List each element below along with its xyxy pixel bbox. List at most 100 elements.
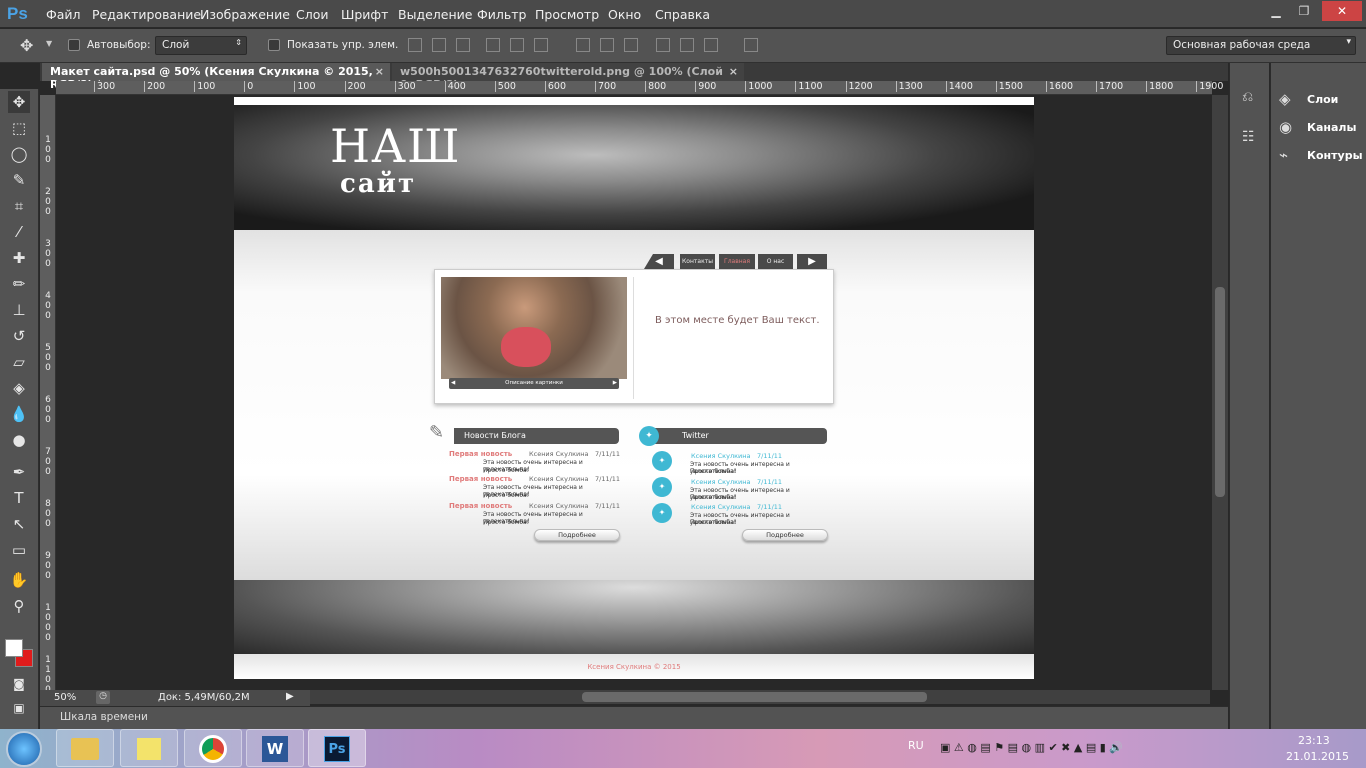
show-controls-checkbox[interactable]: [268, 39, 280, 51]
align-right-icon[interactable]: [534, 38, 548, 52]
close-button[interactable]: ✕: [1322, 1, 1362, 21]
menu-select[interactable]: Выделение: [398, 7, 472, 22]
clock-time[interactable]: 23:13: [1298, 734, 1330, 747]
menu-edit[interactable]: Редактирование: [92, 7, 201, 22]
align-bottom-icon[interactable]: [456, 38, 470, 52]
tweet-author[interactable]: Ксения Скулкина: [691, 503, 751, 511]
slider-prev-icon[interactable]: ◀: [451, 378, 455, 389]
slider-image[interactable]: [441, 277, 627, 379]
brush-tool-icon[interactable]: ✏: [8, 273, 30, 295]
nav-home[interactable]: Главная: [719, 254, 755, 269]
lasso-tool-icon[interactable]: ◯: [8, 143, 30, 165]
twitter-more-button[interactable]: Подробнее: [742, 529, 828, 541]
blog-item[interactable]: Первая новость Ксения Скулкина 7/11/11 Э…: [449, 450, 621, 476]
align-top-icon[interactable]: [408, 38, 422, 52]
rectangle-tool-icon[interactable]: ▭: [8, 539, 30, 561]
language-indicator[interactable]: RU: [908, 739, 924, 752]
menu-file[interactable]: Файл: [46, 7, 81, 22]
panel-paths[interactable]: ⌁ Контуры: [1279, 145, 1363, 167]
path-select-tool-icon[interactable]: ↖: [8, 513, 30, 535]
vertical-scrollbar[interactable]: [1212, 95, 1228, 690]
zoom-level[interactable]: 50%: [54, 692, 76, 703]
close-icon[interactable]: ×: [729, 65, 738, 78]
distribute-left-icon[interactable]: [656, 38, 670, 52]
menu-view[interactable]: Просмотр: [535, 7, 599, 22]
zoom-tool-icon[interactable]: ⚲: [8, 595, 30, 617]
panel-layers[interactable]: ◈ Слои: [1279, 89, 1361, 111]
foreground-color-swatch[interactable]: [5, 639, 23, 657]
blog-item-title[interactable]: Первая новость: [449, 450, 512, 458]
menu-filter[interactable]: Фильтр: [477, 7, 526, 22]
move-tool-icon[interactable]: ✥: [8, 91, 30, 113]
clock-date[interactable]: 21.01.2015: [1286, 750, 1349, 763]
eraser-tool-icon[interactable]: ▱: [8, 351, 30, 373]
blur-tool-icon[interactable]: 💧: [8, 403, 30, 425]
menu-help[interactable]: Справка: [655, 7, 710, 22]
tab-maket[interactable]: Макет сайта.psd @ 50% (Ксения Скулкина ©…: [42, 63, 390, 91]
pen-tool-icon[interactable]: ✒: [8, 461, 30, 483]
menu-window[interactable]: Окно: [608, 7, 641, 22]
close-icon[interactable]: ×: [375, 65, 384, 78]
nav-next-arrow[interactable]: ▶: [797, 254, 827, 269]
tweet-item[interactable]: Ксения Скулкина 7/11/11 Эта новость очен…: [690, 502, 830, 526]
menu-type[interactable]: Шрифт: [341, 7, 388, 22]
blog-item[interactable]: Первая новость Ксения Скулкина 7/11/11 Э…: [449, 475, 621, 501]
horizontal-scrollbar[interactable]: [310, 690, 1210, 704]
taskbar-sticky-notes[interactable]: [120, 729, 178, 767]
timeline-label[interactable]: Шкала времени: [60, 711, 148, 723]
taskbar-word[interactable]: W: [246, 729, 304, 767]
taskbar-explorer[interactable]: [56, 729, 114, 767]
hand-tool-icon[interactable]: ✋: [8, 569, 30, 591]
chevron-down-icon[interactable]: ▼: [46, 39, 52, 48]
slider-next-icon[interactable]: ▶: [613, 378, 617, 389]
tweet-item[interactable]: Ксения Скулкина 7/11/11 Эта новость очен…: [690, 477, 830, 501]
screen-mode-icon[interactable]: ▣: [8, 697, 30, 719]
distribute-vcenter-icon[interactable]: [600, 38, 614, 52]
distribute-hcenter-icon[interactable]: [680, 38, 694, 52]
minimize-button[interactable]: ▁: [1262, 1, 1290, 21]
horizontal-scroll-thumb[interactable]: [582, 692, 927, 702]
vertical-scroll-thumb[interactable]: [1215, 287, 1225, 497]
healing-brush-tool-icon[interactable]: ✚: [8, 247, 30, 269]
blog-more-button[interactable]: Подробнее: [534, 529, 620, 541]
tweet-author[interactable]: Ксения Скулкина: [691, 452, 751, 460]
quick-select-tool-icon[interactable]: ✎: [8, 169, 30, 191]
quick-mask-icon[interactable]: ◙: [8, 673, 30, 695]
properties-icon[interactable]: ☷: [1242, 129, 1255, 145]
vertical-ruler[interactable]: 100 200 300 400 500 600 700 800 900 1000 1100: [40, 95, 56, 695]
stamp-tool-icon[interactable]: ⊥: [8, 299, 30, 321]
restore-button[interactable]: ❐: [1290, 1, 1318, 21]
panel-channels[interactable]: ◉ Каналы: [1279, 117, 1361, 139]
taskbar-chrome[interactable]: [184, 729, 242, 767]
paint-bucket-tool-icon[interactable]: ◈: [8, 377, 30, 399]
blog-item-title[interactable]: Первая новость: [449, 502, 512, 510]
move-tool-icon[interactable]: ✥: [20, 36, 33, 55]
dodge-tool-icon[interactable]: ●: [8, 429, 30, 451]
blog-item-title[interactable]: Первая новость: [449, 475, 512, 483]
tweet-author[interactable]: Ксения Скулкина: [691, 478, 751, 486]
crop-tool-icon[interactable]: ⌗: [8, 195, 30, 217]
tray-icons[interactable]: ▣ ⚠ ◍ ▤ ⚑ ▤ ◍ ▥ ✔ ✖ ▲ ▤ ▮ 🔊: [940, 741, 1123, 754]
tab-twitter-png[interactable]: w500h5001347632760twitterold.png @ 100% …: [392, 63, 744, 91]
marquee-tool-icon[interactable]: ⬚: [8, 117, 30, 139]
taskbar-photoshop[interactable]: Ps: [308, 729, 366, 767]
menu-image[interactable]: Изображение: [200, 7, 290, 22]
distribute-right-icon[interactable]: [704, 38, 718, 52]
nav-contacts[interactable]: Контакты: [680, 254, 715, 269]
history-brush-tool-icon[interactable]: ↺: [8, 325, 30, 347]
menu-layers[interactable]: Слои: [296, 7, 329, 22]
workspace-select[interactable]: Основная рабочая среда ▾: [1166, 36, 1356, 55]
tweet-item[interactable]: Ксения Скулкина 7/11/11 Эта новость очен…: [690, 451, 830, 475]
status-info-icon[interactable]: ◷: [96, 691, 110, 704]
auto-align-icon[interactable]: [744, 38, 758, 52]
align-left-icon[interactable]: [486, 38, 500, 52]
blog-item[interactable]: Первая новость Ксения Скулкина 7/11/11 Э…: [449, 502, 621, 528]
distribute-top-icon[interactable]: [576, 38, 590, 52]
align-hcenter-icon[interactable]: [510, 38, 524, 52]
autoselect-checkbox[interactable]: [68, 39, 80, 51]
horizontal-ruler[interactable]: 300 200 100 0 100 200 300 400 500 600 700 800 900 100…: [56, 81, 1223, 95]
status-menu-arrow-icon[interactable]: ▶: [286, 691, 294, 702]
document-canvas[interactable]: НАШ сайт ◀ Контакты Главная О нас ▶ ◀ Оп…: [234, 97, 1034, 679]
start-button[interactable]: [6, 731, 42, 767]
history-icon[interactable]: ⎌: [1242, 89, 1253, 105]
